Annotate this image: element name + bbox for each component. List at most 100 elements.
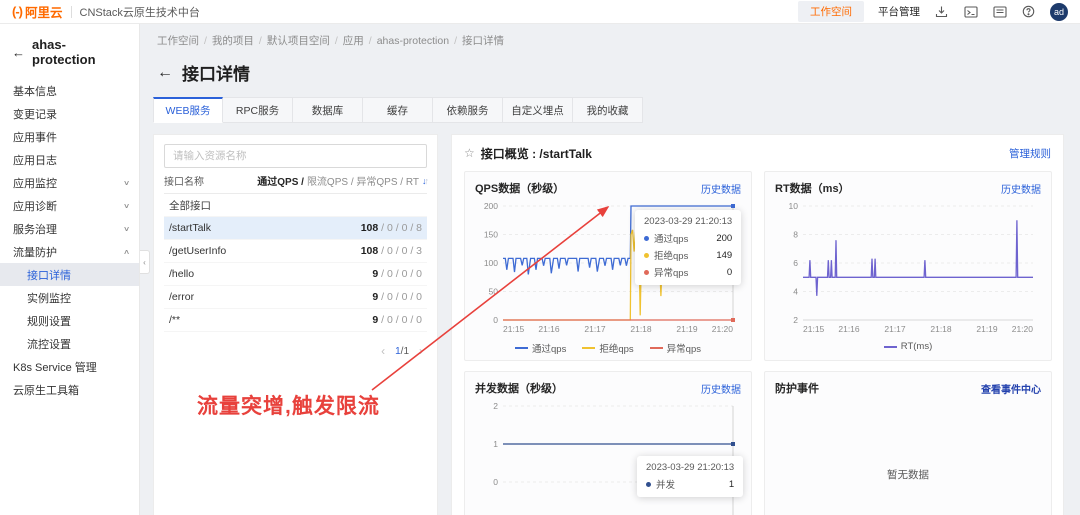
alibaba-cloud-logo-icon: (-) bbox=[12, 4, 23, 19]
help-icon[interactable] bbox=[1021, 5, 1036, 19]
sidebar-item-app-events[interactable]: 应用事件 bbox=[0, 125, 139, 148]
chevron-down-icon: ∨ bbox=[122, 179, 131, 187]
breadcrumb: 工作空间 / 我的项目 / 默认项目空间 / 应用 / ahas-protection /… bbox=[157, 33, 504, 48]
sidebar-item-interface-detail[interactable]: 接口详情 bbox=[0, 263, 139, 286]
tab-custom-tracking[interactable]: 自定义埋点 bbox=[503, 97, 573, 123]
back-arrow-icon[interactable]: ← bbox=[157, 64, 173, 82]
top-bar: (-) 阿里云 CNStack云原生技术中台 工作空间 平台管理 ad bbox=[0, 0, 1080, 24]
svg-text:21:16: 21:16 bbox=[838, 324, 860, 334]
chevron-down-icon: ∨ bbox=[122, 202, 131, 210]
pagination: ‹ 1/1 › bbox=[381, 344, 423, 358]
manage-rules-link[interactable]: 管理规则 bbox=[1009, 146, 1051, 161]
tab-database[interactable]: 数据库 bbox=[293, 97, 363, 123]
tab-cache[interactable]: 缓存 bbox=[363, 97, 433, 123]
console-icon[interactable] bbox=[963, 5, 978, 19]
breadcrumb-item[interactable]: ahas-protection bbox=[377, 35, 449, 47]
list-item[interactable]: /startTalk 108 / 0 / 0 / 8 bbox=[164, 217, 427, 240]
column-header-metrics: 限流QPS / 异常QPS / RT bbox=[306, 177, 419, 188]
sidebar-item-change-log[interactable]: 变更记录 bbox=[0, 102, 139, 125]
legend-item[interactable]: 异常qps bbox=[649, 341, 701, 355]
svg-text:6: 6 bbox=[793, 258, 798, 268]
svg-text:1: 1 bbox=[493, 439, 498, 449]
back-arrow-icon[interactable]: ← bbox=[12, 45, 25, 60]
sidebar-item-instance-monitor[interactable]: 实例监控 bbox=[0, 286, 139, 309]
legend-item[interactable]: RT(ms) bbox=[883, 341, 932, 352]
svg-text:4: 4 bbox=[793, 287, 798, 297]
main-content: 工作空间 / 我的项目 / 默认项目空间 / 应用 / ahas-protection /… bbox=[140, 24, 1080, 515]
rt-history-link[interactable]: 历史数据 bbox=[1001, 181, 1041, 196]
app-name: ahas-protection bbox=[32, 37, 96, 67]
list-item[interactable]: /hello 9 / 0 / 0 / 0 bbox=[164, 263, 427, 286]
star-icon[interactable]: ☆ bbox=[464, 146, 475, 160]
overview-title: 接口概览 : /startTalk bbox=[480, 146, 592, 161]
tab-rpc-service[interactable]: RPC服务 bbox=[223, 97, 293, 123]
event-center-link[interactable]: 查看事件中心 bbox=[981, 381, 1041, 396]
sidebar-collapse-handle[interactable]: ‹ bbox=[140, 250, 150, 274]
sidebar-item-traffic-protection[interactable]: 流量防护 ∧ bbox=[0, 240, 139, 263]
breadcrumb-item[interactable]: 默认项目空间 bbox=[267, 33, 330, 48]
sidebar-item-basic-info[interactable]: 基本信息 bbox=[0, 79, 139, 102]
chevron-down-icon: ∨ bbox=[122, 225, 131, 233]
svg-text:50: 50 bbox=[489, 287, 499, 297]
sidebar-item-cloud-toolbox[interactable]: 云原生工具箱 bbox=[0, 378, 139, 401]
sidebar-item-service-governance[interactable]: 服务治理 ∨ bbox=[0, 217, 139, 240]
next-page-icon[interactable]: › bbox=[419, 344, 423, 358]
qps-chart-title: QPS数据（秒级） bbox=[475, 183, 565, 195]
concurrency-chart-card: 并发数据（秒级） 历史数据 -101221:1521:1621:1721:182… bbox=[464, 371, 752, 515]
svg-text:8: 8 bbox=[793, 230, 798, 240]
sidebar-item-rule-settings[interactable]: 规则设置 bbox=[0, 309, 139, 332]
qps-chart-card: QPS数据（秒级） 历史数据 0 50 100 150 200 21:15 21:16 21:… bbox=[464, 171, 752, 361]
search-input[interactable] bbox=[164, 144, 427, 168]
legend-item[interactable]: 通过qps bbox=[515, 341, 566, 355]
list-item[interactable]: /error 9 / 0 / 0 / 0 bbox=[164, 286, 427, 309]
rt-chart-title: RT数据（ms） bbox=[775, 183, 850, 195]
empty-state-text: 暂无数据 bbox=[887, 469, 929, 481]
total-pages: 1 bbox=[403, 345, 409, 357]
rt-chart: 2 4 6 8 10 21:15 21:16 21:17 21:18 21:19 21:20 bbox=[789, 201, 1034, 334]
rt-chart-legend: RT(ms) bbox=[775, 341, 1041, 352]
breadcrumb-item[interactable]: 我的项目 bbox=[212, 33, 254, 48]
breadcrumb-item[interactable]: 工作空间 bbox=[157, 33, 199, 48]
alibaba-cloud-logo-text: 阿里云 bbox=[25, 6, 63, 20]
product-name: CNStack云原生技术中台 bbox=[79, 6, 200, 19]
list-item[interactable]: /getUserInfo 108 / 0 / 0 / 3 bbox=[164, 240, 427, 263]
qps-chart-tooltip: 2023-03-29 21:20:13 通过qps 200 拒绝qps 149 异常… bbox=[635, 210, 742, 285]
avatar[interactable]: ad bbox=[1050, 2, 1068, 21]
svg-text:2: 2 bbox=[793, 315, 798, 325]
svg-text:21:18: 21:18 bbox=[930, 324, 952, 334]
list-item-all-interfaces[interactable]: 全部接口 bbox=[164, 194, 427, 217]
tab-bar: WEB服务 RPC服务 数据库 缓存 依赖服务 自定义埋点 我的收藏 bbox=[153, 97, 1064, 123]
svg-text:21:17: 21:17 bbox=[584, 324, 606, 334]
prev-page-icon[interactable]: ‹ bbox=[381, 344, 385, 358]
concurrency-chart-tooltip: 2023-03-29 21:20:13 并发 1 bbox=[637, 456, 744, 497]
legend-item[interactable]: 拒绝qps bbox=[582, 341, 634, 355]
concurrency-history-link[interactable]: 历史数据 bbox=[701, 381, 741, 396]
page-title: 接口详情 bbox=[182, 65, 250, 84]
svg-text:21:15: 21:15 bbox=[503, 324, 525, 334]
rt-chart-card: RT数据（ms） 历史数据 2 4 6 8 10 21:15 21:16 21:17 21:18… bbox=[764, 171, 1052, 361]
docs-icon[interactable] bbox=[992, 5, 1007, 19]
workspace-button[interactable]: 工作空间 bbox=[798, 1, 864, 22]
tab-favorites[interactable]: 我的收藏 bbox=[573, 97, 643, 123]
svg-text:150: 150 bbox=[484, 230, 498, 240]
tab-web-service[interactable]: WEB服务 bbox=[153, 97, 223, 123]
download-icon[interactable] bbox=[934, 5, 949, 19]
svg-text:21:20: 21:20 bbox=[1012, 324, 1034, 334]
column-header-metrics-bold: 通过QPS / bbox=[257, 177, 304, 188]
sidebar-item-app-logs[interactable]: 应用日志 bbox=[0, 148, 139, 171]
svg-text:21:17: 21:17 bbox=[884, 324, 906, 334]
sidebar-item-app-monitor[interactable]: 应用监控 ∨ bbox=[0, 171, 139, 194]
sort-icon[interactable]: ↓↑ bbox=[422, 176, 429, 186]
svg-text:2: 2 bbox=[493, 401, 498, 411]
tab-dependency[interactable]: 依赖服务 bbox=[433, 97, 503, 123]
sidebar-item-k8s-service[interactable]: K8s Service 管理 bbox=[0, 355, 139, 378]
list-item[interactable]: /** 9 / 0 / 0 / 0 bbox=[164, 309, 427, 332]
sidebar: ← ahas-protection 基本信息 变更记录 应用事件 应用日志 应用… bbox=[0, 24, 140, 515]
sidebar-item-app-diagnosis[interactable]: 应用诊断 ∨ bbox=[0, 194, 139, 217]
platform-manage-button[interactable]: 平台管理 bbox=[878, 4, 920, 19]
sidebar-item-flow-settings[interactable]: 流控设置 bbox=[0, 332, 139, 355]
svg-text:21:16: 21:16 bbox=[538, 324, 560, 334]
breadcrumb-item[interactable]: 应用 bbox=[343, 33, 364, 48]
qps-history-link[interactable]: 历史数据 bbox=[701, 181, 741, 196]
svg-text:21:19: 21:19 bbox=[676, 324, 698, 334]
